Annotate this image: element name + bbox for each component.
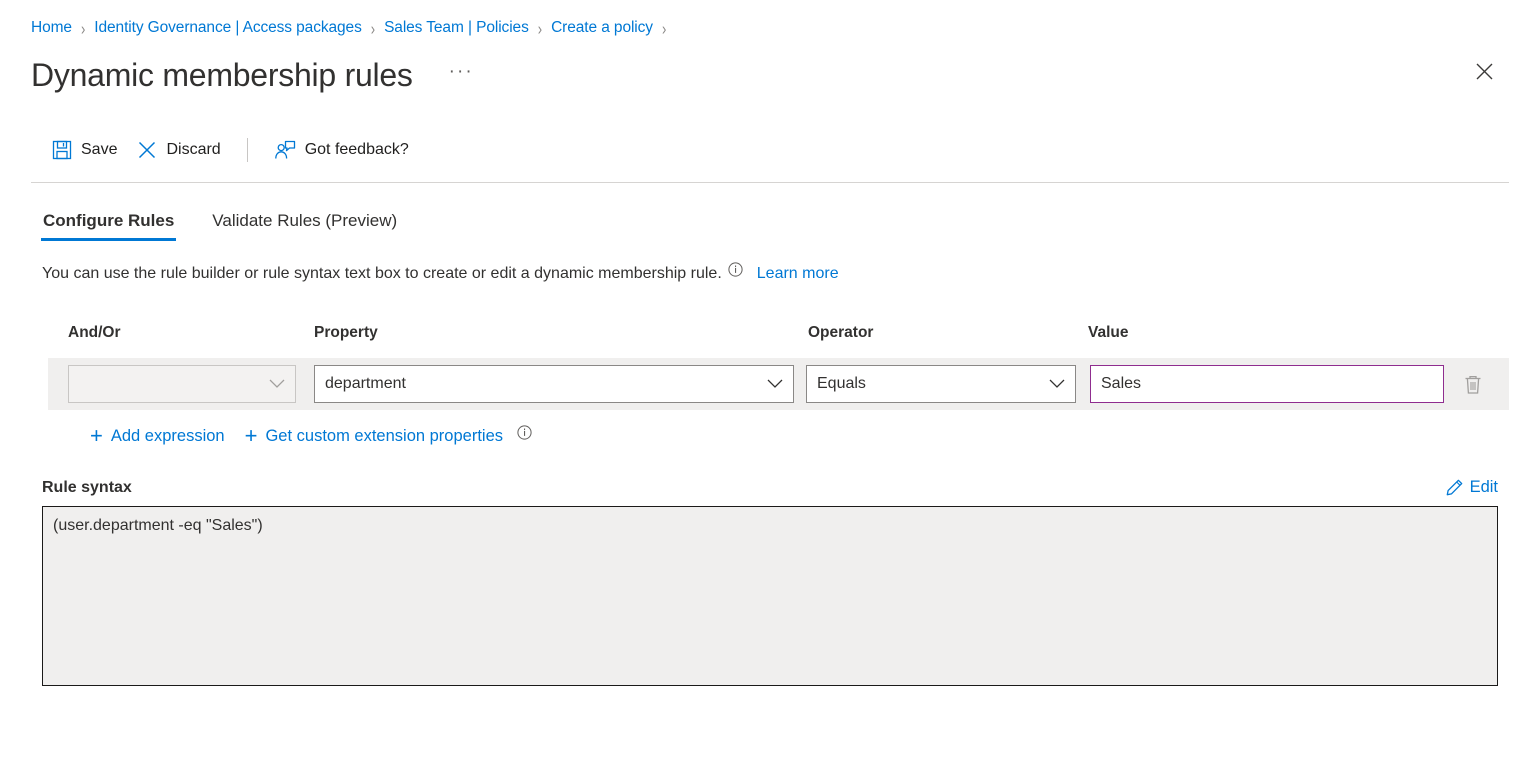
add-expression-label: Add expression — [111, 427, 225, 446]
column-header-property: Property — [314, 324, 808, 342]
breadcrumb-item-sales-team-policies[interactable]: Sales Team | Policies — [384, 19, 529, 37]
edit-rule-syntax-button[interactable]: Edit — [1446, 478, 1498, 497]
breadcrumb-separator-icon: › — [538, 19, 542, 37]
add-links-row: + Add expression + Get custom extension … — [48, 425, 1509, 448]
command-bar: Save Discard Got feedback? — [0, 127, 1539, 173]
get-custom-extension-properties-button[interactable]: + Get custom extension properties — [245, 425, 532, 448]
breadcrumb-separator-icon: › — [371, 19, 375, 37]
delete-expression-button — [1456, 367, 1490, 401]
breadcrumb-separator-icon: › — [81, 19, 85, 37]
close-button[interactable] — [1467, 54, 1501, 88]
rule-syntax-textarea[interactable]: (user.department -eq "Sales") — [42, 506, 1498, 686]
got-feedback-button-label: Got feedback? — [305, 142, 409, 158]
tab-validate-rules[interactable]: Validate Rules (Preview) — [210, 211, 399, 241]
value-input-wrapper[interactable]: Sales — [1090, 365, 1444, 403]
plus-icon: + — [245, 425, 258, 447]
plus-icon: + — [90, 425, 103, 447]
chevron-down-icon — [1049, 379, 1065, 389]
save-button[interactable]: Save — [42, 132, 127, 168]
breadcrumb: Home › Identity Governance | Access pack… — [0, 0, 1539, 42]
discard-button[interactable]: Discard — [127, 132, 230, 168]
column-header-operator: Operator — [808, 324, 1088, 342]
add-expression-button[interactable]: + Add expression — [90, 427, 225, 447]
feedback-person-icon — [274, 140, 296, 161]
breadcrumb-item-home[interactable]: Home — [31, 19, 72, 37]
info-icon[interactable] — [728, 262, 743, 277]
property-dropdown[interactable]: department — [314, 365, 794, 403]
save-button-label: Save — [81, 142, 117, 158]
save-icon — [52, 140, 72, 160]
rule-builder-header-row: And/Or Property Operator Value — [48, 319, 1509, 347]
tab-list: Configure Rules Validate Rules (Preview) — [0, 201, 1539, 241]
description-text: You can use the rule builder or rule syn… — [42, 265, 722, 283]
pencil-icon — [1446, 479, 1463, 496]
value-input[interactable]: Sales — [1101, 375, 1141, 393]
rule-expression-row: department Equals Sales — [48, 358, 1509, 410]
command-bar-divider — [247, 138, 248, 162]
edit-rule-syntax-label: Edit — [1470, 478, 1498, 497]
command-bar-bottom-divider — [31, 182, 1509, 183]
get-custom-extension-properties-label: Get custom extension properties — [265, 427, 503, 446]
page-title: Dynamic membership rules — [31, 58, 413, 93]
got-feedback-button[interactable]: Got feedback? — [264, 132, 419, 168]
operator-dropdown[interactable]: Equals — [806, 365, 1076, 403]
property-dropdown-value: department — [325, 375, 406, 393]
breadcrumb-item-identity-governance[interactable]: Identity Governance | Access packages — [94, 19, 361, 37]
column-header-andor: And/Or — [68, 324, 314, 342]
breadcrumb-separator-icon: › — [662, 19, 666, 37]
rule-builder: And/Or Property Operator Value departmen… — [0, 319, 1539, 448]
discard-icon — [137, 140, 157, 160]
discard-button-label: Discard — [166, 142, 220, 158]
title-row: Dynamic membership rules ··· — [0, 42, 1539, 104]
breadcrumb-item-create-a-policy[interactable]: Create a policy — [551, 19, 653, 37]
operator-dropdown-value: Equals — [817, 375, 866, 393]
close-icon — [1476, 63, 1493, 80]
learn-more-link[interactable]: Learn more — [757, 265, 839, 283]
chevron-down-icon — [767, 379, 783, 389]
more-options-icon[interactable]: ··· — [443, 66, 480, 86]
andor-dropdown[interactable] — [68, 365, 296, 403]
rule-syntax-header: Rule syntax Edit — [0, 478, 1539, 497]
tab-configure-rules[interactable]: Configure Rules — [41, 211, 176, 241]
column-header-value: Value — [1088, 324, 1454, 342]
rule-syntax-label: Rule syntax — [42, 479, 132, 497]
chevron-down-icon — [269, 379, 285, 389]
description-row: You can use the rule builder or rule syn… — [0, 262, 1539, 285]
info-icon[interactable] — [517, 425, 532, 440]
trash-icon — [1463, 374, 1483, 395]
